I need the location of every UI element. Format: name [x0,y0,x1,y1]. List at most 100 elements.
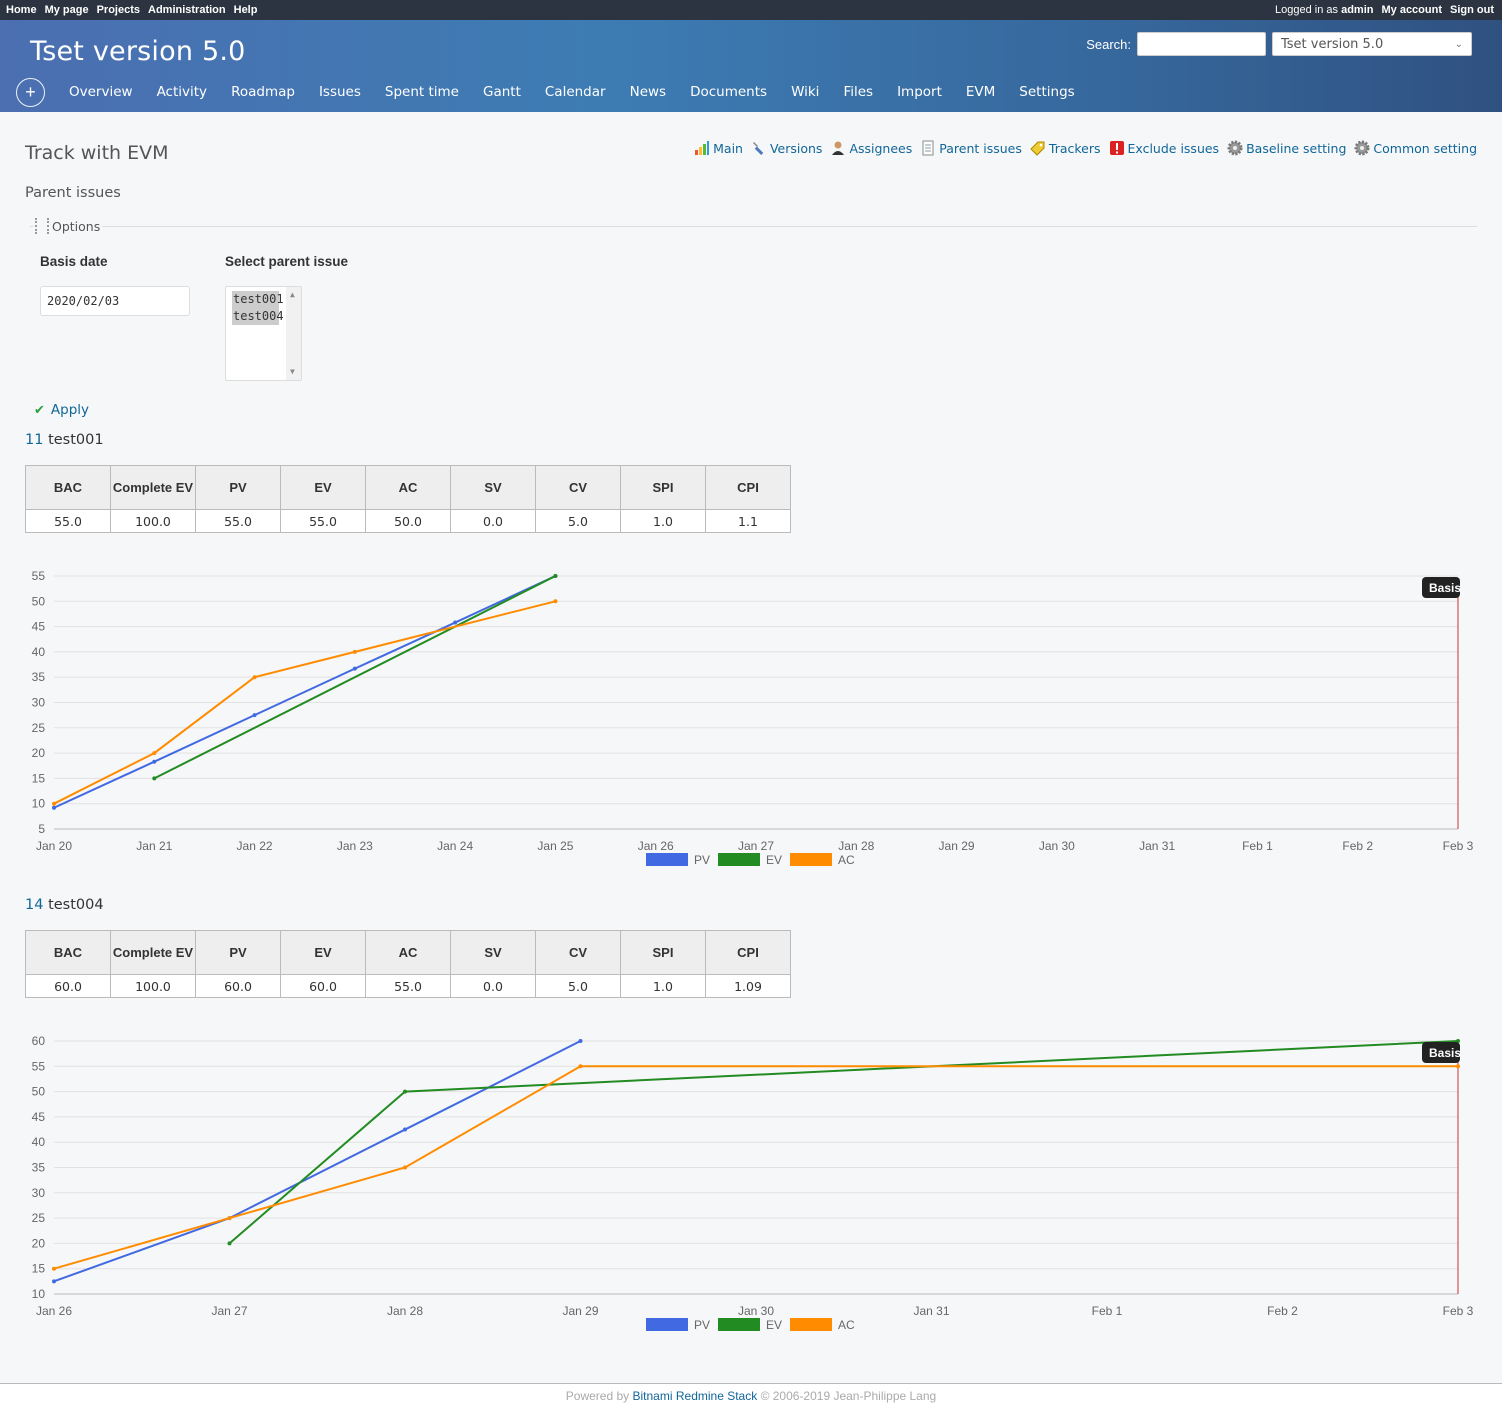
footer-link[interactable]: Bitnami Redmine Stack [633,1389,758,1403]
legend-label: PV [694,853,710,867]
x-tick-label: Jan 29 [939,839,975,853]
chart-legend: PV EV AC [646,1318,855,1332]
gear-icon [1354,140,1370,156]
y-tick-label: 60 [32,1034,46,1048]
y-tick-label: 40 [32,645,46,659]
tab-documents[interactable]: Documents [678,84,779,100]
value-spi: 1.0 [620,974,706,998]
link-baseline-setting[interactable]: Baseline setting [1227,140,1346,156]
table-header-row: BAC Complete EV PV EV AC SV CV SPI CPI [25,930,791,975]
data-point-ac [578,1064,583,1069]
tab-overview[interactable]: Overview [57,84,145,100]
x-tick-label: Jan 31 [913,1304,949,1318]
user-icon [832,141,845,155]
data-point-pv [352,666,357,671]
select-scrollbar[interactable]: ▲ ▼ [286,287,301,380]
parent-option-test001[interactable]: test001 [232,291,284,308]
page-subtitle: Parent issues [25,185,121,201]
y-tick-label: 10 [32,797,46,811]
chart-bars-icon [695,141,710,155]
x-tick-label: Jan 27 [211,1304,247,1318]
value-sv: 0.0 [450,974,536,998]
tab-evm[interactable]: EVM [954,84,1007,100]
link-exclude-issues[interactable]: Exclude issues [1109,140,1219,156]
x-tick-label: Jan 23 [337,839,373,853]
tab-gantt[interactable]: Gantt [471,84,533,100]
x-tick-label: Jan 26 [638,839,674,853]
y-tick-label: 55 [32,1059,46,1073]
top-menu-home[interactable]: Home [6,4,37,16]
y-tick-label: 50 [32,594,46,608]
tab-wiki[interactable]: Wiki [779,84,831,100]
x-tick-label: Feb 2 [1342,839,1373,853]
header-spi: SPI [620,930,706,975]
issue-id-link[interactable]: 11 [25,432,43,448]
top-menu: Home My page Projects Administration Hel… [0,0,1502,20]
basis-date-input[interactable]: 2020/02/03 [40,286,190,316]
tab-calendar[interactable]: Calendar [533,84,618,100]
options-legend-label: Options [52,218,101,234]
apply-button[interactable]: ✔ Apply [34,402,89,418]
data-point-pv [252,713,257,718]
basis-badge-label: Basis [1429,581,1461,595]
link-parent-issues[interactable]: Parent issues [920,140,1022,156]
parent-issue-select[interactable]: test001 test004 ▲ ▼ [225,286,302,381]
header-pv: PV [195,930,281,975]
x-tick-label: Jan 31 [1139,839,1175,853]
logged-in-as: Logged in as admin [1275,4,1373,16]
legend-swatch [646,1318,688,1331]
options-legend[interactable]: Options [33,218,103,234]
header-sv: SV [450,465,536,510]
search-input[interactable] [1137,32,1266,56]
tab-files[interactable]: Files [831,84,885,100]
scroll-up-icon[interactable]: ▲ [290,290,295,299]
issue-id-link[interactable]: 14 [25,897,43,913]
link-versions[interactable]: Versions [751,140,822,156]
issue-name: test001 [48,432,104,448]
scroll-down-icon[interactable]: ▼ [290,367,295,376]
top-menu-my-page[interactable]: My page [45,4,89,16]
y-tick-label: 35 [32,1161,46,1175]
gear-icon [1227,140,1243,156]
project-jump-select[interactable]: Tset version 5.0 ⌄ [1272,32,1472,56]
link-trackers-label: Trackers [1048,140,1101,156]
parent-option-test004[interactable]: test004 [232,308,284,325]
value-sv: 0.0 [450,509,536,533]
data-point-ev [227,1241,232,1246]
y-tick-label: 5 [38,822,45,836]
data-point-ev [553,574,558,578]
data-point-pv [52,1279,56,1284]
link-main[interactable]: Main [694,140,743,156]
tab-activity[interactable]: Activity [145,84,220,100]
legend-label: EV [766,853,782,867]
data-point-ev [152,776,157,781]
top-menu-help[interactable]: Help [234,4,258,16]
x-tick-label: Jan 20 [36,839,72,853]
top-menu-administration[interactable]: Administration [148,4,226,16]
tab-import[interactable]: Import [885,84,954,100]
evm-contextual-links: Main Versions Assignees Parent issues Tr… [694,140,1477,156]
new-object-button[interactable]: + [16,77,45,107]
link-trackers[interactable]: Trackers [1030,140,1101,156]
link-common-setting[interactable]: Common setting [1354,140,1477,156]
x-tick-label: Jan 24 [437,839,473,853]
y-tick-label: 15 [32,771,46,785]
tab-issues[interactable]: Issues [307,84,373,100]
value-complete-ev: 100.0 [110,509,196,533]
top-menu-projects[interactable]: Projects [97,4,140,16]
data-point-ac [52,1266,56,1271]
tab-settings[interactable]: Settings [1007,84,1086,100]
legend-swatch [790,853,832,866]
header-spi: SPI [620,465,706,510]
legend-swatch [790,1318,832,1331]
my-account-link[interactable]: My account [1381,4,1442,16]
tab-spent-time[interactable]: Spent time [373,84,471,100]
link-assignees[interactable]: Assignees [830,140,912,156]
header-complete-ev: Complete EV [110,930,196,975]
evm-chart-test004: 10 15 20 25 30 35 40 45 50 55 60 Jan 26 Jan 27 Jan 28… [32,1034,1474,1332]
sign-out-link[interactable]: Sign out [1450,4,1494,16]
options-divider [30,226,1477,227]
user-link[interactable]: admin [1341,4,1373,16]
tab-roadmap[interactable]: Roadmap [219,84,307,100]
tab-news[interactable]: News [618,84,678,100]
